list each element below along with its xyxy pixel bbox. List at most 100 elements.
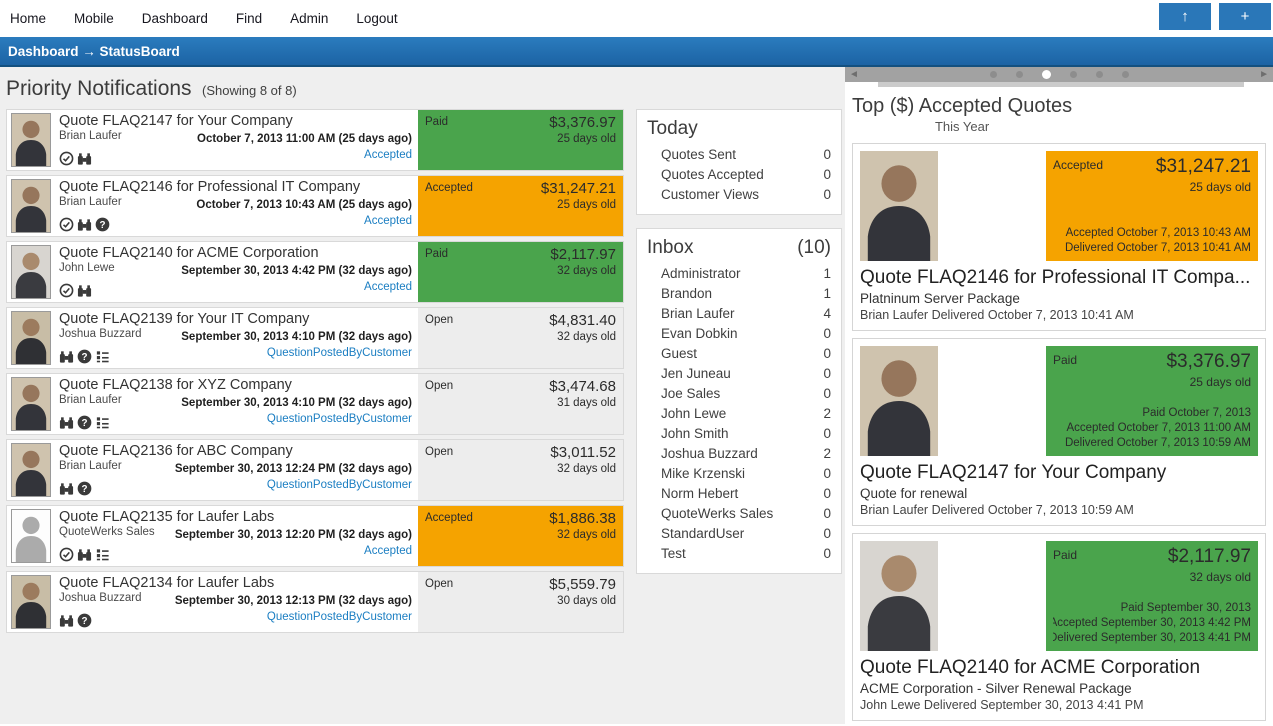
check-circle-icon[interactable]: [59, 547, 74, 562]
nav-item-admin[interactable]: Admin: [290, 11, 328, 26]
inbox-row[interactable]: Mike Krzenski 0: [647, 463, 831, 483]
inbox-row[interactable]: Brandon 1: [647, 283, 831, 303]
question-circle-icon[interactable]: ?: [77, 613, 92, 628]
inbox-row-label: StandardUser: [661, 526, 744, 541]
notification-card[interactable]: Quote FLAQ2139 for Your IT Company Joshu…: [6, 307, 624, 369]
quote-description: Quote for renewal: [860, 486, 1258, 501]
quote-title: Quote FLAQ2134 for Laufer Labs: [59, 575, 412, 591]
inbox-row[interactable]: Evan Dobkin 0: [647, 323, 831, 343]
inbox-row[interactable]: Norm Hebert 0: [647, 483, 831, 503]
binoculars-icon[interactable]: [59, 613, 74, 628]
top-quote-card[interactable]: Paid $2,117.97 32 days old Paid Septembe…: [852, 533, 1266, 721]
scroll-left-icon[interactable]: ◄: [849, 69, 859, 80]
avatar: [11, 377, 51, 431]
priority-notifications-region: Priority Notifications (Showing 8 of 8) …: [0, 67, 845, 724]
inbox-row-value: 0: [823, 506, 831, 521]
binoculars-icon[interactable]: [77, 151, 92, 166]
scroll-dot-3[interactable]: [1042, 70, 1051, 79]
inbox-row-label: Evan Dobkin: [661, 326, 738, 341]
status-label: Paid: [425, 114, 448, 128]
inbox-row[interactable]: John Lewe 2: [647, 403, 831, 423]
notification-status-link[interactable]: QuestionPostedByCustomer: [267, 347, 412, 359]
horizontal-scrollbar[interactable]: ◄ ►: [845, 67, 1273, 82]
nav-item-mobile[interactable]: Mobile: [74, 11, 114, 26]
binoculars-icon[interactable]: [59, 415, 74, 430]
inbox-row[interactable]: Jen Juneau 0: [647, 363, 831, 383]
notification-card[interactable]: Quote FLAQ2134 for Laufer Labs Joshua Bu…: [6, 571, 624, 633]
scroll-dot-5[interactable]: [1096, 71, 1103, 78]
up-arrow-button[interactable]: ↑: [1159, 3, 1211, 30]
binoculars-icon[interactable]: [77, 283, 92, 298]
quote-title: Quote FLAQ2146 for Professional IT Compa…: [59, 179, 412, 195]
inbox-row-label: Norm Hebert: [661, 486, 738, 501]
nav-item-home[interactable]: Home: [10, 11, 46, 26]
notification-status-link[interactable]: QuestionPostedByCustomer: [267, 479, 412, 491]
notification-card[interactable]: Quote FLAQ2147 for Your Company Brian La…: [6, 109, 624, 171]
check-circle-icon[interactable]: [59, 283, 74, 298]
nav-item-logout[interactable]: Logout: [356, 11, 397, 26]
notification-date: September 30, 2013 4:10 PM (32 days ago): [181, 397, 412, 409]
question-circle-icon[interactable]: ?: [77, 349, 92, 364]
status-box: Open $3,474.68 31 days old: [418, 374, 623, 434]
notification-card[interactable]: Quote FLAQ2135 for Laufer Labs QuoteWerk…: [6, 505, 624, 567]
inbox-row-value: 2: [823, 446, 831, 461]
list-icon[interactable]: [95, 415, 110, 430]
status-box: Paid $2,117.97 32 days old Paid Septembe…: [1046, 541, 1258, 651]
notification-status-link[interactable]: QuestionPostedByCustomer: [267, 413, 412, 425]
status-box: Open $4,831.40 32 days old: [418, 308, 623, 368]
inbox-row[interactable]: Joshua Buzzard 2: [647, 443, 831, 463]
top-quote-card[interactable]: Accepted $31,247.21 25 days old Accepted…: [852, 143, 1266, 331]
today-row[interactable]: Customer Views 0: [647, 184, 831, 204]
notification-card[interactable]: Quote FLAQ2136 for ABC Company Brian Lau…: [6, 439, 624, 501]
svg-text:?: ?: [81, 616, 87, 627]
quote-age: 25 days old: [1053, 180, 1251, 194]
notification-card[interactable]: Quote FLAQ2138 for XYZ Company Brian Lau…: [6, 373, 624, 435]
notification-status-link[interactable]: Accepted: [364, 215, 412, 227]
inbox-row[interactable]: StandardUser 0: [647, 523, 831, 543]
notification-list: Quote FLAQ2147 for Your Company Brian La…: [6, 109, 624, 637]
inbox-row[interactable]: Brian Laufer 4: [647, 303, 831, 323]
scroll-right-icon[interactable]: ►: [1259, 69, 1269, 80]
check-circle-icon[interactable]: [59, 217, 74, 232]
inbox-row[interactable]: Guest 0: [647, 343, 831, 363]
today-row[interactable]: Quotes Sent 0: [647, 144, 831, 164]
plus-button[interactable]: +: [1219, 3, 1271, 30]
avatar: [11, 509, 51, 563]
avatar: [860, 541, 938, 651]
scroll-dot-1[interactable]: [990, 71, 997, 78]
top-quote-card[interactable]: Paid $3,376.97 25 days old Paid October …: [852, 338, 1266, 526]
notification-date: September 30, 2013 4:10 PM (32 days ago): [181, 331, 412, 343]
quote-age: 32 days old: [425, 265, 616, 277]
inbox-row[interactable]: John Smith 0: [647, 423, 831, 443]
notification-status-link[interactable]: QuestionPostedByCustomer: [267, 611, 412, 623]
today-row[interactable]: Quotes Accepted 0: [647, 164, 831, 184]
status-label: Accepted: [1053, 156, 1103, 172]
scrollbar-track[interactable]: [878, 82, 1244, 87]
notification-status-link[interactable]: Accepted: [364, 281, 412, 293]
scroll-dot-6[interactable]: [1122, 71, 1129, 78]
notification-status-link[interactable]: Accepted: [364, 545, 412, 557]
binoculars-icon[interactable]: [59, 481, 74, 496]
scroll-dot-2[interactable]: [1016, 71, 1023, 78]
nav-item-find[interactable]: Find: [236, 11, 262, 26]
notification-card[interactable]: Quote FLAQ2140 for ACME Corporation John…: [6, 241, 624, 303]
list-icon[interactable]: [95, 547, 110, 562]
notification-card[interactable]: Quote FLAQ2146 for Professional IT Compa…: [6, 175, 624, 237]
notification-date: October 7, 2013 10:43 AM (25 days ago): [196, 199, 412, 211]
check-circle-icon[interactable]: [59, 151, 74, 166]
list-icon[interactable]: [95, 349, 110, 364]
question-circle-icon[interactable]: ?: [77, 481, 92, 496]
inbox-row[interactable]: Administrator 1: [647, 263, 831, 283]
question-circle-icon[interactable]: ?: [95, 217, 110, 232]
inbox-row[interactable]: Test 0: [647, 543, 831, 563]
nav-item-dashboard[interactable]: Dashboard: [142, 11, 208, 26]
inbox-row[interactable]: Joe Sales 0: [647, 383, 831, 403]
binoculars-icon[interactable]: [59, 349, 74, 364]
binoculars-icon[interactable]: [77, 217, 92, 232]
question-circle-icon[interactable]: ?: [77, 415, 92, 430]
inbox-row[interactable]: QuoteWerks Sales 0: [647, 503, 831, 523]
notification-status-link[interactable]: Accepted: [364, 149, 412, 161]
inbox-row-value: 0: [823, 526, 831, 541]
binoculars-icon[interactable]: [77, 547, 92, 562]
scroll-dot-4[interactable]: [1070, 71, 1077, 78]
